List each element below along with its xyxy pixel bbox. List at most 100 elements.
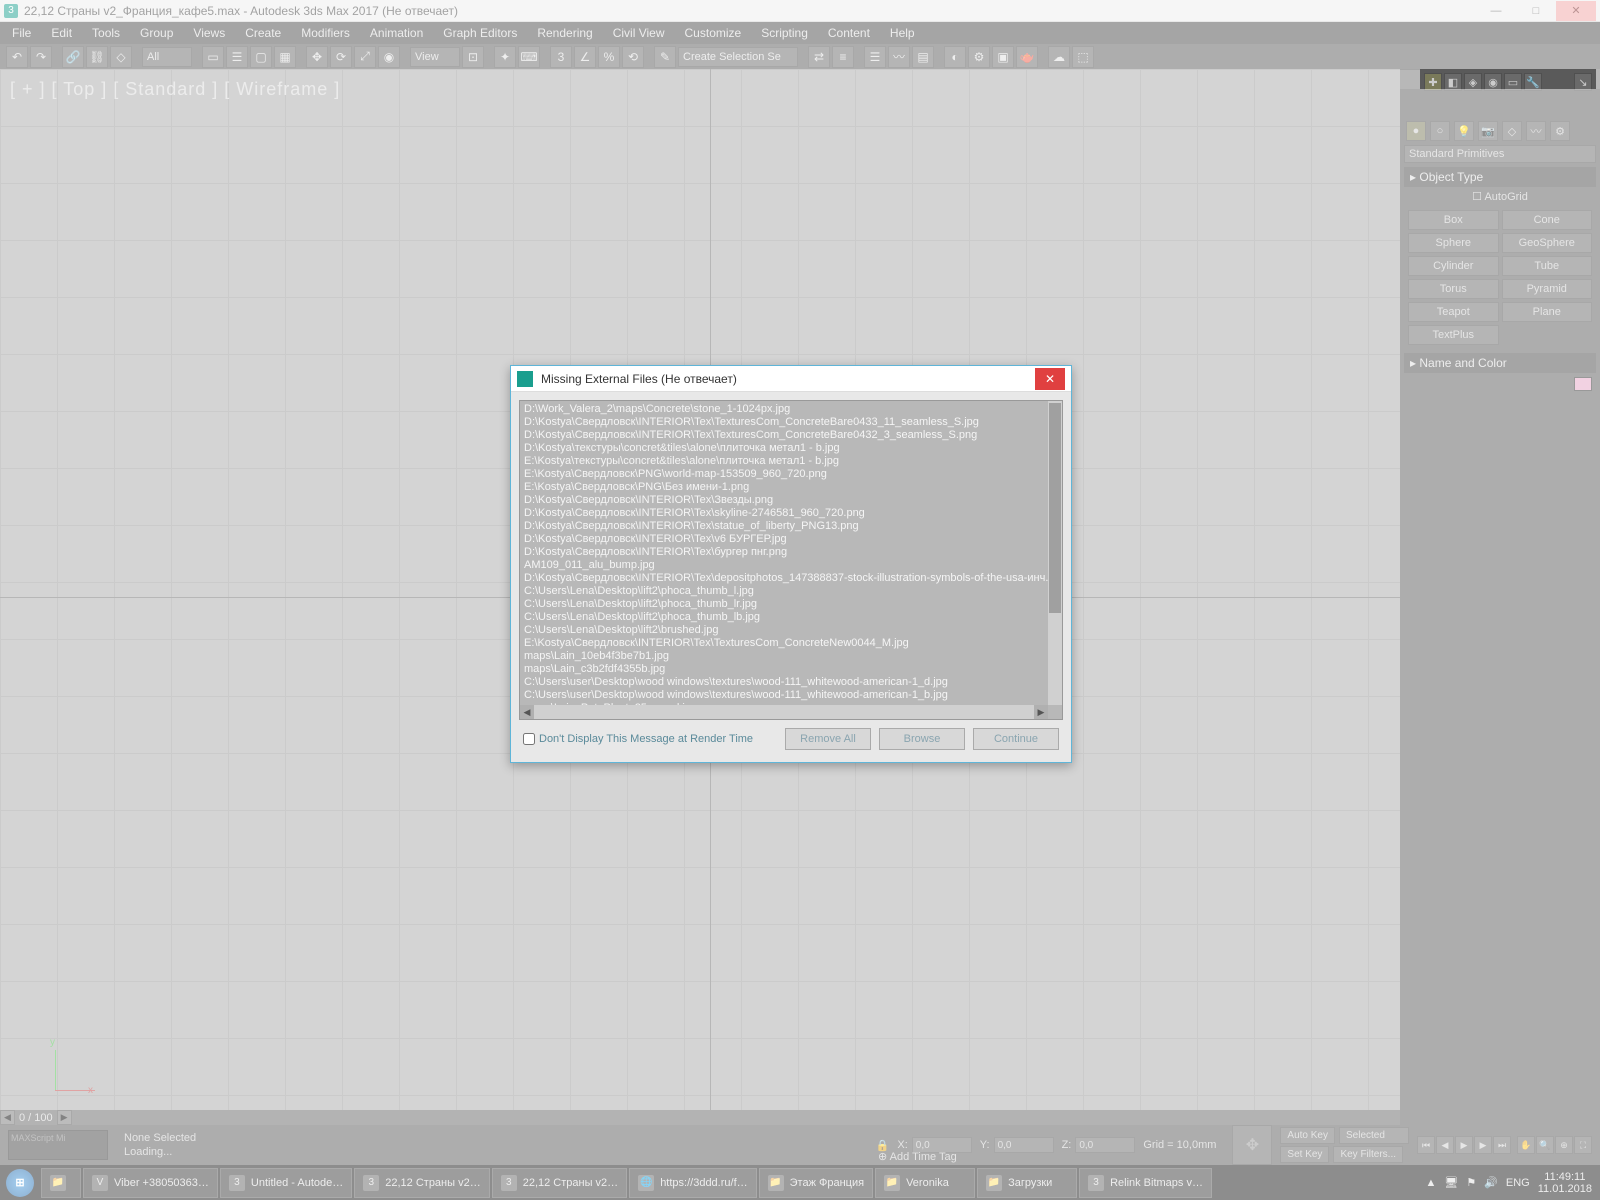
taskbar-item[interactable]: 🌐https://3ddd.ru/f… bbox=[629, 1168, 756, 1198]
menu-scripting[interactable]: Scripting bbox=[761, 26, 808, 40]
tray-time[interactable]: 11:49:11 bbox=[1538, 1171, 1592, 1183]
named-selection-dropdown[interactable]: Create Selection Se bbox=[678, 47, 798, 67]
spinner-snap-button[interactable]: ⟲ bbox=[622, 46, 644, 68]
create-plane-button[interactable]: Plane bbox=[1502, 302, 1593, 322]
y-input[interactable] bbox=[994, 1137, 1054, 1153]
render-button[interactable]: 🫖 bbox=[1016, 46, 1038, 68]
play-button[interactable]: ▶ bbox=[1455, 1136, 1473, 1154]
motion-tab[interactable]: ◉ bbox=[1484, 73, 1502, 91]
missing-file-entry[interactable]: D:\Work_Valera_2\maps\Concrete\stone_1-1… bbox=[524, 403, 1044, 416]
missing-file-entry[interactable]: maps\Lain_10eb4f3be7b1.jpg bbox=[524, 650, 1044, 663]
move-button[interactable]: ✥ bbox=[306, 46, 328, 68]
missing-file-entry[interactable]: C:\Users\Lena\Desktop\lift2\brushed.jpg bbox=[524, 624, 1044, 637]
taskbar-item[interactable]: 📁Этаж Франция bbox=[759, 1168, 873, 1198]
missing-file-entry[interactable]: maps\Lain_c3b2fdf4355b.jpg bbox=[524, 663, 1044, 676]
redo-button[interactable]: ↷ bbox=[30, 46, 52, 68]
create-tab[interactable]: ✚ bbox=[1424, 73, 1442, 91]
align-button[interactable]: ≡ bbox=[832, 46, 854, 68]
create-tube-button[interactable]: Tube bbox=[1502, 256, 1593, 276]
missing-file-entry[interactable]: E:\Kostya\текстуры\concret&tiles\alone\п… bbox=[524, 455, 1044, 468]
missing-file-entry[interactable]: D:\Kostya\Свердловск\INTERIOR\Tex\deposi… bbox=[524, 572, 1044, 585]
create-textplus-button[interactable]: TextPlus bbox=[1408, 325, 1499, 345]
add-time-tag[interactable]: ⊕ Add Time Tag bbox=[870, 1150, 965, 1163]
missing-file-entry[interactable]: D:\Kostya\текстуры\concret&tiles\alone\п… bbox=[524, 442, 1044, 455]
missing-file-entry[interactable]: C:\Users\Lena\Desktop\lift2\phoca_thumb_… bbox=[524, 585, 1044, 598]
scroll-right-arrow[interactable]: ▶ bbox=[57, 1110, 72, 1125]
object-type-rollout[interactable]: ▸ Object Type bbox=[1404, 167, 1596, 187]
tray-date[interactable]: 11.01.2018 bbox=[1538, 1183, 1592, 1195]
minimize-button[interactable]: — bbox=[1476, 1, 1516, 21]
edit-named-sel-button[interactable]: ✎ bbox=[654, 46, 676, 68]
missing-file-entry[interactable]: E:\Kostya\Свердловск\INTERIOR\Tex\Textur… bbox=[524, 637, 1044, 650]
angle-snap-button[interactable]: ∠ bbox=[574, 46, 596, 68]
scroll-right-icon[interactable]: ▶ bbox=[1034, 705, 1048, 719]
list-scrollbar-horizontal[interactable]: ◀ ▶ bbox=[520, 705, 1048, 719]
placement-button[interactable]: ◉ bbox=[378, 46, 400, 68]
menu-graph-editors[interactable]: Graph Editors bbox=[443, 26, 517, 40]
zoom-icon[interactable]: 🔍 bbox=[1536, 1136, 1554, 1154]
taskbar-item[interactable]: 3Untitled - Autode… bbox=[220, 1168, 352, 1198]
create-torus-button[interactable]: Torus bbox=[1408, 279, 1499, 299]
menu-customize[interactable]: Customize bbox=[685, 26, 742, 40]
menu-content[interactable]: Content bbox=[828, 26, 870, 40]
select-button[interactable]: ▭ bbox=[202, 46, 224, 68]
missing-file-entry[interactable]: E:\Kostya\Свердловск\PNG\Без имени-1.png bbox=[524, 481, 1044, 494]
remove-all-button[interactable]: Remove All bbox=[785, 728, 871, 750]
create-box-button[interactable]: Box bbox=[1408, 210, 1499, 230]
menu-rendering[interactable]: Rendering bbox=[537, 26, 592, 40]
render-frame-button[interactable]: ▣ bbox=[992, 46, 1014, 68]
create-sphere-button[interactable]: Sphere bbox=[1408, 233, 1499, 253]
scale-button[interactable]: ⤢ bbox=[354, 46, 376, 68]
menu-file[interactable]: File bbox=[12, 26, 31, 40]
snap-toggle-button[interactable]: 3 bbox=[550, 46, 572, 68]
missing-files-listbox[interactable]: D:\Work_Valera_2\maps\Concrete\stone_1-1… bbox=[519, 400, 1063, 720]
missing-file-entry[interactable]: E:\Kostya\Свердловск\PNG\world-map-15350… bbox=[524, 468, 1044, 481]
continue-button[interactable]: Continue bbox=[973, 728, 1059, 750]
maximize-button[interactable]: □ bbox=[1516, 1, 1556, 21]
goto-start-button[interactable]: ⏮ bbox=[1417, 1136, 1435, 1154]
create-teapot-button[interactable]: Teapot bbox=[1408, 302, 1499, 322]
tray-volume-icon[interactable]: 🔊 bbox=[1484, 1176, 1498, 1189]
taskbar-item[interactable]: 322,12 Страны v2… bbox=[354, 1168, 489, 1198]
dialog-titlebar[interactable]: Missing External Files (Не отвечает) ✕ bbox=[511, 366, 1071, 392]
undo-button[interactable]: ↶ bbox=[6, 46, 28, 68]
render-setup-button[interactable]: ⚙ bbox=[968, 46, 990, 68]
menu-edit[interactable]: Edit bbox=[51, 26, 72, 40]
z-input[interactable] bbox=[1075, 1137, 1135, 1153]
material-editor-button[interactable]: ◐ bbox=[944, 46, 966, 68]
next-frame-button[interactable]: ▶ bbox=[1474, 1136, 1492, 1154]
keyboard-shortcut-button[interactable]: ⌨ bbox=[518, 46, 540, 68]
tray-expand-icon[interactable]: ▲ bbox=[1425, 1177, 1436, 1189]
cameras-icon[interactable]: 📷 bbox=[1478, 121, 1498, 141]
modify-tab[interactable]: ◧ bbox=[1444, 73, 1462, 91]
selection-filter-dropdown[interactable]: All bbox=[142, 47, 192, 67]
autogrid-checkbox[interactable]: ☐ AutoGrid bbox=[1404, 187, 1596, 206]
missing-file-entry[interactable]: D:\Kostya\Свердловск\INTERIOR\Tex\v6 БУР… bbox=[524, 533, 1044, 546]
dont-display-checkbox-input[interactable] bbox=[523, 733, 535, 745]
menu-group[interactable]: Group bbox=[140, 26, 173, 40]
taskbar-item[interactable]: 📁Загрузки bbox=[977, 1168, 1077, 1198]
create-cone-button[interactable]: Cone bbox=[1502, 210, 1593, 230]
systems-icon[interactable]: ⚙ bbox=[1550, 121, 1570, 141]
display-tab[interactable]: ▭ bbox=[1504, 73, 1522, 91]
pan-icon[interactable]: ✋ bbox=[1517, 1136, 1535, 1154]
scroll-left-arrow[interactable]: ◀ bbox=[0, 1110, 15, 1125]
system-tray[interactable]: ▲ 🖥 ⚑ 🔊 ENG 11:49:11 11.01.2018 bbox=[1417, 1171, 1600, 1195]
spacewarps-icon[interactable]: 〰 bbox=[1526, 121, 1546, 141]
select-region-button[interactable]: ▢ bbox=[250, 46, 272, 68]
missing-file-entry[interactable]: D:\Kostya\Свердловск\INTERIOR\Tex\бургер… bbox=[524, 546, 1044, 559]
menu-views[interactable]: Views bbox=[193, 26, 225, 40]
start-button[interactable]: ⊞ bbox=[0, 1165, 40, 1200]
mirror-button[interactable]: ⇄ bbox=[808, 46, 830, 68]
setkey-button[interactable]: Set Key bbox=[1280, 1146, 1329, 1163]
list-scrollbar-vertical[interactable] bbox=[1048, 401, 1062, 705]
create-cylinder-button[interactable]: Cylinder bbox=[1408, 256, 1499, 276]
shapes-icon[interactable]: ○ bbox=[1430, 121, 1450, 141]
taskbar-item[interactable]: VViber +38050363… bbox=[83, 1168, 218, 1198]
menu-civil-view[interactable]: Civil View bbox=[613, 26, 665, 40]
missing-file-entry[interactable]: D:\Kostya\Свердловск\INTERIOR\Tex\Звезды… bbox=[524, 494, 1044, 507]
close-button[interactable]: ✕ bbox=[1556, 1, 1596, 21]
missing-file-entry[interactable]: AM109_011_alu_bump.jpg bbox=[524, 559, 1044, 572]
layer-button[interactable]: ☰ bbox=[864, 46, 886, 68]
menu-tools[interactable]: Tools bbox=[92, 26, 120, 40]
